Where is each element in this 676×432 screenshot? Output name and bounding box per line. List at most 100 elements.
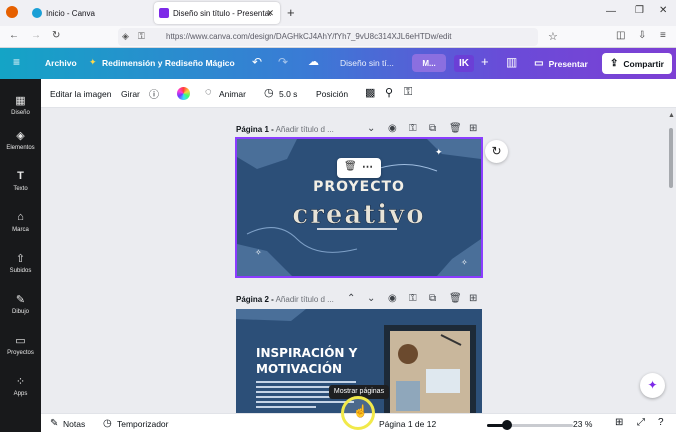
- page-2-header: Página 2 - Añadir título d ...: [236, 295, 334, 304]
- tab-label: Diseño sin título - Presentación: [173, 8, 271, 18]
- regenerate-button[interactable]: ↻: [485, 140, 508, 163]
- fullscreen-icon[interactable]: ⤢: [637, 417, 645, 428]
- team-pill-label: M...: [422, 58, 436, 68]
- firefox-icon[interactable]: [6, 6, 18, 18]
- lock-icon[interactable]: ⚿: [404, 86, 412, 99]
- position-button[interactable]: Posición: [316, 89, 348, 99]
- design-title[interactable]: Diseño sin tí...: [340, 58, 394, 68]
- chevron-down-icon[interactable]: ⌄: [367, 123, 375, 134]
- maximize-window-icon[interactable]: ❐: [635, 5, 644, 16]
- animate-button[interactable]: Animar: [219, 89, 246, 99]
- new-tab-button[interactable]: +: [287, 5, 295, 20]
- zoom-slider[interactable]: [487, 420, 573, 430]
- page-indicator[interactable]: Página 1 de 12: [379, 419, 436, 429]
- sidebar-item-label: Diseño: [11, 110, 30, 116]
- tab-inicio-canva[interactable]: Inicio - Canva: [28, 2, 148, 24]
- lock-icon[interactable]: ⚿: [138, 31, 145, 42]
- lock-icon[interactable]: ⚿: [409, 123, 417, 134]
- chevron-up-icon[interactable]: ⌃: [347, 293, 355, 304]
- sidebar-item-subidos[interactable]: ⇧ Subidos: [0, 252, 41, 274]
- url-bar[interactable]: ◈ ⚿ https://www.canva.com/design/DAGHkCJ…: [118, 28, 558, 46]
- minimize-window-icon[interactable]: —: [606, 6, 616, 17]
- browser-navbar: ← → ↻ ◈ ⚿ https://www.canva.com/design/D…: [0, 26, 676, 48]
- sidebar-item-apps[interactable]: ⁘ Apps: [0, 375, 41, 397]
- magic-resize-button[interactable]: Redimensión y Rediseño Mágico: [102, 58, 235, 68]
- reload-icon[interactable]: ↻: [52, 30, 60, 41]
- more-options-icon[interactable]: ⋯: [362, 160, 373, 173]
- share-button[interactable]: ⇪ Compartir: [602, 53, 672, 74]
- sidebar-item-dibujo[interactable]: ✎ Dibujo: [0, 293, 41, 315]
- sidebar-item-label: Subidos: [9, 268, 32, 274]
- transparency-icon[interactable]: ▩: [365, 86, 375, 99]
- sidebar-item-marca[interactable]: ⌂ Marca: [0, 211, 41, 233]
- timer-icon: ◷: [103, 418, 112, 429]
- timer-button[interactable]: Temporizador: [117, 419, 169, 429]
- tab-presentacion[interactable]: Diseño sin título - Presentación ✕: [154, 2, 280, 24]
- lock-icon[interactable]: ⚿: [409, 293, 417, 304]
- extensions-icon[interactable]: ⇩: [638, 30, 646, 41]
- duplicate-icon[interactable]: ⧉: [429, 293, 436, 304]
- editor-toolbar: Editar la imagen Girar ⓘ ◌ Animar ◷ 5.0 …: [41, 79, 676, 108]
- page-1-title-input[interactable]: Añadir título d ...: [276, 125, 334, 134]
- share-icon: ⇪: [609, 58, 619, 69]
- sidebar-item-elementos[interactable]: ◈ Elementos: [0, 129, 41, 151]
- help-icon[interactable]: ?: [658, 417, 664, 428]
- canva-favicon-icon: [32, 8, 42, 18]
- sidebar-item-proyectos[interactable]: ▭ Proyectos: [0, 334, 41, 356]
- add-collaborator-icon[interactable]: +: [481, 54, 489, 69]
- team-pill[interactable]: M...: [412, 54, 446, 72]
- eye-icon[interactable]: ◉: [388, 293, 397, 304]
- canvas-scrollbar[interactable]: ▲: [667, 108, 676, 413]
- redo-icon[interactable]: ↷: [278, 55, 288, 69]
- eye-icon[interactable]: ◉: [388, 123, 397, 134]
- menu-icon[interactable]: ≡: [660, 30, 666, 41]
- grid-view-icon[interactable]: ⊞: [615, 417, 623, 428]
- sidebar-item-label: Proyectos: [7, 350, 34, 356]
- apps-icon: ⁘: [15, 376, 26, 388]
- chevron-down-icon[interactable]: ⌄: [367, 293, 375, 304]
- rotate-button[interactable]: Girar: [121, 89, 140, 99]
- undo-icon[interactable]: ↶: [252, 55, 262, 69]
- file-menu[interactable]: Archivo: [45, 58, 77, 68]
- scroll-up-icon[interactable]: ▲: [668, 112, 675, 119]
- brand-icon: ⌂: [17, 211, 24, 223]
- notes-button[interactable]: Notas: [63, 419, 85, 429]
- add-page-icon[interactable]: ⊞: [469, 123, 477, 134]
- bookmark-star-icon[interactable]: ☆: [548, 30, 558, 43]
- share-label: Compartir: [623, 58, 664, 69]
- paint-roller-icon[interactable]: ⚲: [385, 86, 393, 99]
- delete-element-icon[interactable]: 🗑: [344, 161, 357, 172]
- add-page-icon[interactable]: ⊞: [469, 293, 477, 304]
- shield-icon[interactable]: ◈: [122, 31, 129, 42]
- duration-button[interactable]: 5.0 s: [279, 89, 297, 99]
- zoom-level[interactable]: 23 %: [573, 419, 592, 429]
- duplicate-icon[interactable]: ⧉: [429, 123, 436, 134]
- sidebar-item-texto[interactable]: T Texto: [0, 170, 41, 192]
- magic-assistant-button[interactable]: ✦: [640, 373, 665, 398]
- close-tab-icon[interactable]: ✕: [266, 8, 274, 19]
- cloud-save-icon[interactable]: ☁: [308, 55, 319, 68]
- info-icon[interactable]: ⓘ: [149, 86, 159, 101]
- hamburger-menu-icon[interactable]: ≡: [13, 55, 20, 69]
- element-context-menu: 🗑 ⋯: [337, 158, 381, 178]
- sidebar-item-diseno[interactable]: ▦ Diseño: [0, 94, 41, 116]
- refresh-icon: ↻: [491, 144, 502, 158]
- trash-icon[interactable]: 🗑: [449, 123, 462, 134]
- present-label: Presentar: [548, 58, 588, 69]
- user-avatar[interactable]: IK: [454, 55, 474, 72]
- present-button[interactable]: ▭ Presentar: [528, 53, 594, 74]
- pocket-icon[interactable]: ◫: [616, 30, 625, 41]
- page-1-header: Página 1 - Añadir título d ...: [236, 125, 334, 134]
- forward-icon[interactable]: →: [31, 30, 41, 41]
- scroll-thumb[interactable]: [669, 128, 673, 188]
- slide-2-heading2: MOTIVACIÓN: [256, 361, 342, 376]
- back-icon[interactable]: ←: [9, 30, 19, 41]
- trash-icon[interactable]: 🗑: [449, 293, 462, 304]
- stats-icon[interactable]: ▥: [506, 55, 517, 69]
- zoom-slider-knob[interactable]: [501, 420, 512, 430]
- color-wheel-icon[interactable]: [177, 87, 190, 100]
- close-window-icon[interactable]: ✕: [659, 5, 667, 16]
- edit-image-button[interactable]: Editar la imagen: [50, 89, 111, 99]
- sidebar-item-label: Elementos: [6, 145, 35, 151]
- page-2-title-input[interactable]: Añadir título d ...: [276, 295, 334, 304]
